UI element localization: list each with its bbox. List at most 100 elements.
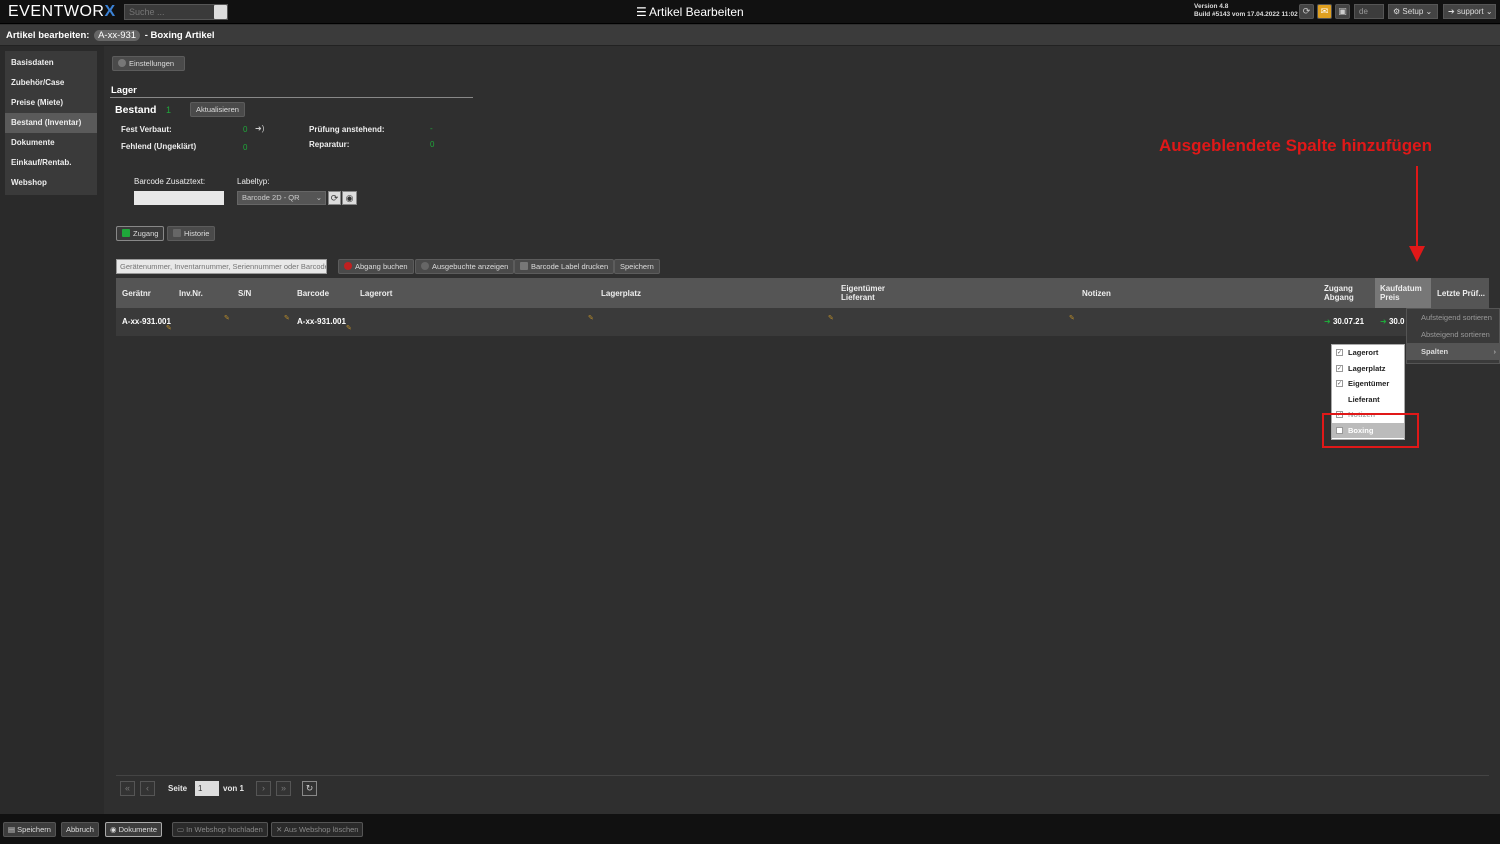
checkbox[interactable]: ✓: [1336, 364, 1343, 372]
top-bar: EVENTWORX ☰Artikel Bearbeiten Version 4.…: [0, 0, 1500, 24]
pruefung-label: Prüfung anstehend:: [309, 125, 385, 134]
refresh-icon[interactable]: ⟳: [1299, 4, 1314, 19]
col-eigentuemer-line1: Eigentümer: [841, 284, 886, 293]
sidebar-item-basisdaten[interactable]: Basisdaten: [5, 53, 97, 73]
sidebar-item-dokumente[interactable]: Dokumente: [5, 133, 97, 153]
checkbox[interactable]: ✓: [1336, 380, 1343, 387]
barcode-zusatz-label: Barcode Zusatztext:: [134, 177, 206, 186]
ausgebucht-label: Ausgebuchte anzeigen: [432, 262, 509, 271]
col-invnr[interactable]: Inv.Nr.: [179, 278, 203, 308]
col-zugang[interactable]: Zugang Abgang: [1324, 278, 1354, 308]
webshop-upload-button[interactable]: ▭ In Webshop hochladen: [172, 822, 268, 837]
edit-icon[interactable]: ✎: [1069, 314, 1075, 322]
sound-icon[interactable]: ➜): [255, 124, 264, 133]
menu-sort-asc[interactable]: Aufsteigend sortieren: [1407, 309, 1499, 326]
app-logo[interactable]: EVENTWORX: [8, 3, 116, 21]
abgang-button[interactable]: Abgang buchen: [338, 259, 414, 274]
lock-icon[interactable]: ▣: [1335, 4, 1350, 19]
eye-icon[interactable]: ◉: [342, 191, 357, 205]
labeltyp-select[interactable]: Barcode 2D - QR ⌄: [237, 191, 326, 205]
col-notizen[interactable]: Notizen: [1082, 278, 1111, 308]
col-kaufdatum[interactable]: Kaufdatum Preis: [1375, 278, 1431, 308]
column-toggle-lagerort[interactable]: ✓ Lagerort: [1332, 345, 1404, 361]
close-icon: ✕: [276, 825, 284, 834]
aktualisieren-button[interactable]: Aktualisieren: [190, 102, 245, 117]
document-icon: ◉: [110, 825, 119, 834]
sidebar-item-zubehoer[interactable]: Zubehör/Case: [5, 73, 97, 93]
footer-cancel-button[interactable]: Abbruch: [61, 822, 99, 837]
barcode-zusatz-input[interactable]: [134, 191, 224, 205]
edit-icon[interactable]: ✎: [166, 324, 172, 332]
page-label: Seite: [168, 784, 188, 793]
col-lagerort[interactable]: Lagerort: [360, 278, 392, 308]
search-input[interactable]: [124, 4, 228, 20]
checkbox[interactable]: ✓: [1336, 349, 1343, 356]
column-toggle-label: Lieferant: [1348, 394, 1380, 404]
column-toggle-lieferant[interactable]: Lieferant: [1332, 392, 1404, 408]
col-sn[interactable]: S/N: [238, 278, 251, 308]
edit-icon[interactable]: ✎: [828, 314, 834, 322]
refresh-icon[interactable]: ↻: [302, 781, 317, 796]
col-lagerplatz[interactable]: Lagerplatz: [601, 278, 641, 308]
col-abgang-line2: Abgang: [1324, 293, 1354, 302]
menu-sort-desc[interactable]: Absteigend sortieren: [1407, 326, 1499, 343]
logo-text: EVENTWOR: [8, 3, 105, 20]
edit-icon[interactable]: ✎: [588, 314, 594, 322]
settings-button[interactable]: Einstellungen: [112, 56, 185, 71]
historie-label: Historie: [184, 229, 210, 238]
col-geraetnr[interactable]: Gerätnr: [122, 278, 151, 308]
setup-label: Setup: [1402, 7, 1424, 16]
fest-verbaut-label: Fest Verbaut:: [121, 125, 172, 134]
sidebar-item-einkauf[interactable]: Einkauf/Rentab.: [5, 153, 97, 173]
sidebar-item-bestand[interactable]: Bestand (Inventar): [5, 113, 97, 133]
sidebar-nav: Basisdaten Zubehör/Case Preise (Miete) B…: [5, 51, 97, 195]
zugang-button[interactable]: Zugang: [116, 226, 165, 241]
logo-x: X: [104, 3, 116, 20]
speichern-button[interactable]: Speichern: [614, 259, 660, 274]
mail-icon[interactable]: ✉: [1317, 4, 1332, 19]
col-barcode[interactable]: Barcode: [297, 278, 329, 308]
footer-save-button[interactable]: ▤ Speichern: [3, 822, 56, 837]
webshop-upload-label: In Webshop hochladen: [186, 825, 263, 834]
column-toggle-label: Eigentümer: [1348, 379, 1390, 388]
fest-verbaut-value: 0: [243, 125, 248, 134]
fehlend-label: Fehlend (Ungeklärt): [121, 142, 197, 151]
header-prefix: Artikel bearbeiten:: [6, 30, 90, 41]
historie-button[interactable]: Historie: [167, 226, 216, 241]
first-page-icon[interactable]: «: [120, 781, 135, 796]
save-icon: ▤: [8, 825, 18, 834]
footer-documents-button[interactable]: ◉ Dokumente: [105, 822, 162, 837]
webshop-delete-button[interactable]: ✕ Aus Webshop löschen: [271, 822, 364, 837]
search-button[interactable]: [214, 5, 227, 19]
lager-title: Lager: [111, 85, 137, 96]
col-eigentuemer[interactable]: Eigentümer Lieferant: [841, 278, 885, 308]
column-toggle-eigentuemer[interactable]: ✓ Eigentümer: [1332, 376, 1404, 392]
last-page-icon[interactable]: »: [276, 781, 291, 796]
col-letzte-pruefung[interactable]: Letzte Prüf...: [1437, 278, 1485, 308]
column-toggle-lagerplatz[interactable]: ✓ Lagerplatz: [1332, 361, 1404, 377]
labeltyp-value: Barcode 2D - QR: [242, 193, 300, 202]
reparatur-label: Reparatur:: [309, 140, 350, 149]
barcode-label-button[interactable]: Barcode Label drucken: [514, 259, 615, 274]
inventory-table: Gerätnr Inv.Nr. S/N Barcode Lagerort Lag…: [116, 278, 1489, 336]
edit-icon[interactable]: ✎: [284, 314, 290, 322]
edit-icon[interactable]: ✎: [346, 324, 352, 332]
annotation-arrow: [1416, 166, 1418, 246]
list-icon: ☰: [636, 5, 647, 19]
cell-kaufdatum: ➜ 30.0: [1380, 317, 1405, 326]
reload-icon[interactable]: ⟳: [328, 191, 341, 205]
sidebar-item-preise[interactable]: Preise (Miete): [5, 93, 97, 113]
scan-input[interactable]: [116, 259, 327, 274]
main-content: Einstellungen Lager Bestand 1 Aktualisie…: [104, 46, 1500, 814]
sidebar-item-webshop[interactable]: Webshop: [5, 173, 97, 193]
webshop-delete-label: Aus Webshop löschen: [283, 825, 359, 834]
next-page-icon[interactable]: ›: [256, 781, 271, 796]
support-button[interactable]: ➔ support ⌄: [1443, 4, 1496, 19]
page-input[interactable]: [195, 781, 219, 796]
menu-columns[interactable]: Spalten ›: [1407, 343, 1499, 360]
edit-icon[interactable]: ✎: [224, 314, 230, 322]
language-select[interactable]: de: [1354, 4, 1384, 19]
ausgebucht-button[interactable]: Ausgebuchte anzeigen: [415, 259, 515, 274]
setup-button[interactable]: ⚙ Setup ⌄: [1388, 4, 1438, 19]
prev-page-icon[interactable]: ‹: [140, 781, 155, 796]
